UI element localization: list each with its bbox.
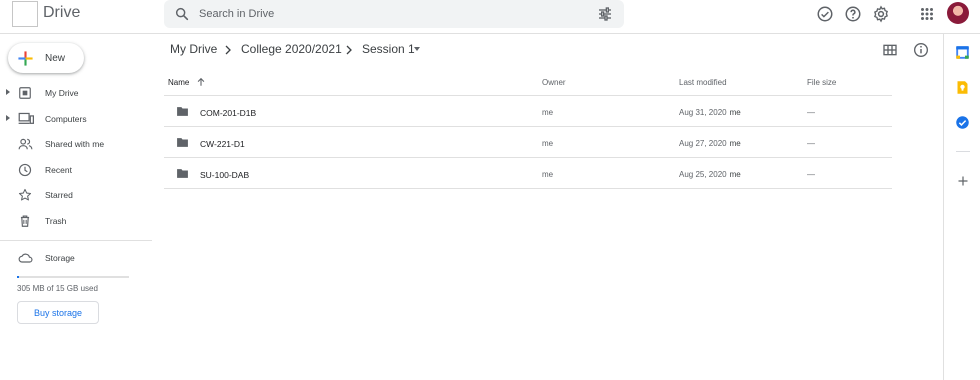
file-name: COM-201-D1B [200, 108, 257, 118]
chevron-right-icon [225, 45, 231, 55]
rail-divider [956, 151, 970, 152]
grid-view-icon[interactable] [882, 42, 898, 58]
sidebar-item-my-drive[interactable]: My Drive [0, 83, 150, 103]
modified-by: me [729, 139, 741, 148]
side-panel-rail [943, 34, 980, 380]
file-size: — [807, 139, 815, 148]
table-header: Name Owner Last modified File size [164, 70, 892, 96]
drive-logo[interactable] [12, 1, 38, 27]
file-size: — [807, 170, 815, 179]
modified-date: Aug 31, 2020 [679, 108, 727, 117]
sort-arrow-up-icon[interactable] [196, 77, 206, 87]
new-button[interactable]: New [8, 43, 84, 73]
file-name: SU-100-DAB [200, 170, 250, 180]
sidebar-item-label: Trash [45, 216, 67, 226]
avatar[interactable] [947, 2, 969, 24]
calendar-icon[interactable] [955, 45, 970, 60]
column-header-owner[interactable]: Owner [542, 78, 566, 87]
table-row[interactable]: SU-100-DAB me Aug 25, 2020 me — [164, 158, 892, 189]
chevron-right-icon [346, 45, 352, 55]
top-bar: Drive [0, 0, 980, 34]
my-drive-icon [19, 87, 31, 99]
plus-icon [18, 51, 33, 66]
sidebar-item-storage[interactable]: Storage [0, 248, 150, 268]
folder-icon [177, 169, 188, 178]
file-owner: me [542, 139, 554, 148]
file-size: — [807, 108, 815, 117]
breadcrumb-session[interactable]: Session 1 [362, 42, 415, 56]
column-header-last-modified[interactable]: Last modified [679, 78, 727, 87]
expand-arrow-icon[interactable] [6, 115, 10, 121]
buy-storage-button[interactable]: Buy storage [17, 301, 99, 324]
storage-usage-text: 305 MB of 15 GB used [17, 284, 98, 293]
new-button-label: New [45, 53, 66, 64]
search-icon[interactable] [174, 6, 190, 22]
computers-icon [18, 112, 34, 124]
clock-icon [18, 163, 32, 177]
file-modified: Aug 27, 2020 me [679, 139, 741, 148]
sidebar-item-computers[interactable]: Computers [0, 109, 150, 129]
sidebar-item-starred[interactable]: Starred [0, 185, 150, 205]
tasks-icon[interactable] [955, 115, 970, 130]
breadcrumb-my-drive[interactable]: My Drive [170, 42, 217, 56]
sidebar-item-label: Shared with me [45, 139, 105, 149]
shared-icon [18, 138, 33, 150]
app-title[interactable]: Drive [43, 4, 80, 22]
modified-date: Aug 25, 2020 [679, 170, 727, 179]
search-bar[interactable] [164, 0, 624, 28]
breadcrumb-college[interactable]: College 2020/2021 [241, 42, 342, 56]
column-header-file-size[interactable]: File size [807, 78, 836, 87]
modified-date: Aug 27, 2020 [679, 139, 727, 148]
storage-usage-bar [17, 276, 129, 278]
sidebar-item-label: Starred [45, 190, 73, 200]
info-icon[interactable] [913, 42, 929, 58]
sidebar-item-trash[interactable]: Trash [0, 211, 150, 231]
search-input[interactable] [199, 5, 559, 23]
table-row[interactable]: CW-221-D1 me Aug 27, 2020 me — [164, 127, 892, 158]
help-icon[interactable] [844, 5, 862, 23]
settings-icon[interactable] [872, 5, 890, 23]
offline-check-icon[interactable] [816, 5, 834, 23]
sidebar-item-label: Storage [45, 253, 75, 263]
search-options-icon[interactable] [597, 6, 613, 22]
file-modified: Aug 31, 2020 me [679, 108, 741, 117]
file-owner: me [542, 170, 554, 179]
modified-by: me [729, 108, 741, 117]
sidebar-item-recent[interactable]: Recent [0, 160, 150, 180]
sidebar-item-label: Recent [45, 165, 72, 175]
star-icon [18, 188, 32, 201]
file-modified: Aug 25, 2020 me [679, 170, 741, 179]
file-name: CW-221-D1 [200, 139, 245, 149]
folder-icon [177, 107, 188, 116]
sidebar-item-label: My Drive [45, 88, 79, 98]
modified-by: me [729, 170, 741, 179]
sidebar-item-shared-with-me[interactable]: Shared with me [0, 134, 150, 154]
sidebar-item-label: Computers [45, 114, 87, 124]
apps-grid-icon[interactable] [918, 5, 936, 23]
cloud-icon [18, 253, 33, 263]
expand-arrow-icon[interactable] [6, 89, 10, 95]
trash-icon [20, 215, 30, 227]
storage-usage-fill [17, 276, 20, 278]
folder-icon [177, 138, 188, 147]
table-row[interactable]: COM-201-D1B me Aug 31, 2020 me — [164, 96, 892, 127]
file-owner: me [542, 108, 554, 117]
keep-icon[interactable] [955, 80, 970, 95]
folder-menu-arrow-icon[interactable] [414, 47, 420, 51]
sidebar-divider [0, 240, 152, 241]
add-addon-icon[interactable] [957, 175, 969, 187]
column-header-name[interactable]: Name [168, 78, 189, 87]
